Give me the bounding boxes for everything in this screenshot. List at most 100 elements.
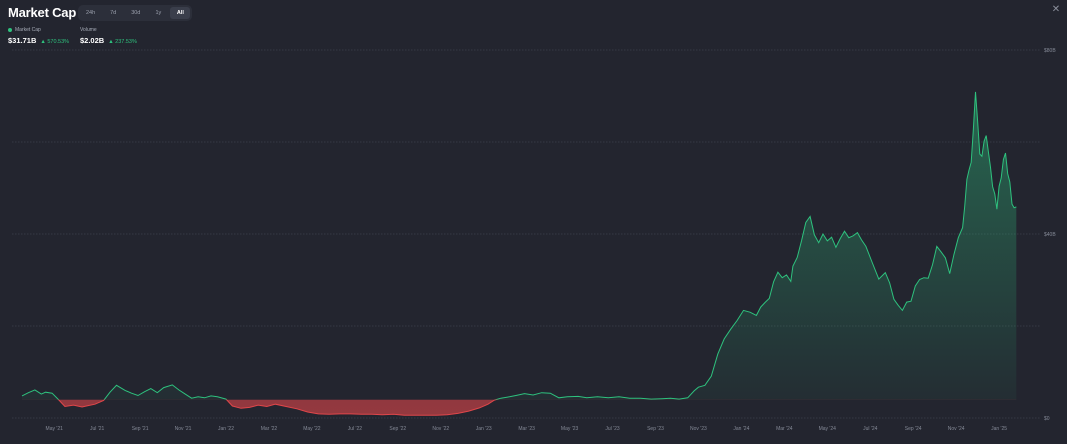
data-point — [743, 310, 744, 311]
data-point — [629, 398, 630, 399]
data-point — [988, 151, 989, 152]
data-point — [163, 387, 164, 388]
data-point — [103, 400, 104, 401]
data-point — [932, 264, 933, 265]
data-point — [116, 385, 117, 386]
data-point — [487, 404, 488, 405]
data-point — [973, 129, 974, 130]
data-point — [953, 254, 954, 255]
x-tick-label: Jul '21 — [90, 426, 105, 432]
data-point — [249, 407, 250, 408]
data-point — [618, 396, 619, 397]
data-point — [964, 206, 965, 207]
data-point — [172, 384, 173, 385]
data-point — [608, 397, 609, 398]
data-point — [822, 233, 823, 234]
data-point — [818, 242, 819, 243]
data-point — [968, 170, 969, 171]
data-point — [404, 415, 405, 416]
area-fill-up — [22, 91, 1017, 400]
data-point — [414, 415, 415, 416]
data-point — [977, 120, 978, 121]
data-point — [1003, 159, 1004, 160]
data-point — [984, 141, 985, 142]
data-point — [640, 398, 641, 399]
data-point — [756, 315, 757, 316]
data-point — [975, 91, 976, 92]
data-point — [457, 413, 458, 414]
data-point — [773, 281, 774, 282]
data-point — [790, 281, 791, 282]
data-point — [240, 408, 241, 409]
data-point — [86, 405, 87, 406]
data-point — [210, 395, 211, 396]
data-point — [1011, 204, 1012, 205]
data-point — [704, 385, 705, 386]
data-point — [509, 396, 510, 397]
x-tick-label: Nov '22 — [432, 426, 449, 432]
data-point — [865, 246, 866, 247]
x-tick-label: Sep '24 — [905, 426, 922, 432]
data-point — [724, 338, 725, 339]
x-tick-label: Jul '23 — [605, 426, 620, 432]
data-point — [749, 312, 750, 313]
x-tick-label: May '22 — [303, 426, 321, 432]
data-point — [258, 405, 259, 406]
data-point — [94, 404, 95, 405]
data-point — [425, 415, 426, 416]
data-point — [906, 302, 907, 303]
data-point — [711, 376, 712, 377]
x-tick-label: Nov '21 — [175, 426, 192, 432]
data-point — [382, 414, 383, 415]
data-point — [801, 240, 802, 241]
data-point — [550, 393, 551, 394]
data-point — [131, 393, 132, 394]
x-tick-label: Jul '24 — [863, 426, 878, 432]
data-point — [558, 397, 559, 398]
data-point — [361, 414, 362, 415]
data-point — [782, 277, 783, 278]
data-point — [814, 234, 815, 235]
data-point — [468, 411, 469, 412]
data-point — [393, 414, 394, 415]
data-point — [479, 407, 480, 408]
data-point — [844, 231, 845, 232]
data-point — [661, 398, 662, 399]
data-point — [996, 209, 997, 210]
data-point — [958, 237, 959, 238]
data-point — [872, 262, 873, 263]
data-point — [41, 394, 42, 395]
x-tick-label: Mar '23 — [518, 426, 535, 432]
data-point — [150, 388, 151, 389]
data-point — [966, 179, 967, 180]
data-point — [878, 279, 879, 280]
data-point — [217, 396, 218, 397]
data-point — [853, 235, 854, 236]
data-point — [144, 391, 145, 392]
data-point — [58, 399, 59, 400]
data-point — [945, 257, 946, 258]
data-point — [994, 193, 995, 194]
data-point — [1007, 173, 1008, 174]
data-point — [533, 394, 534, 395]
data-point — [840, 238, 841, 239]
y-tick-label: $80B — [1044, 48, 1056, 54]
market-cap-chart[interactable]: $0 $40B $80B May '21 Jul '21 Sep '21 Nov '21 J… — [0, 0, 1067, 444]
data-point — [109, 392, 110, 393]
x-tick-label: Mar '22 — [261, 426, 278, 432]
data-point — [857, 232, 858, 233]
data-point — [990, 167, 991, 168]
data-point — [848, 237, 849, 238]
data-point — [318, 413, 319, 414]
data-point — [910, 301, 911, 302]
data-point — [371, 414, 372, 415]
data-point — [1014, 207, 1015, 208]
data-point — [329, 414, 330, 415]
data-point — [597, 396, 598, 397]
x-tick-label: May '23 — [561, 426, 579, 432]
x-tick-label: May '21 — [46, 426, 64, 432]
data-point — [786, 274, 787, 275]
data-point — [717, 354, 718, 355]
data-point — [307, 411, 308, 412]
data-point — [198, 396, 199, 397]
